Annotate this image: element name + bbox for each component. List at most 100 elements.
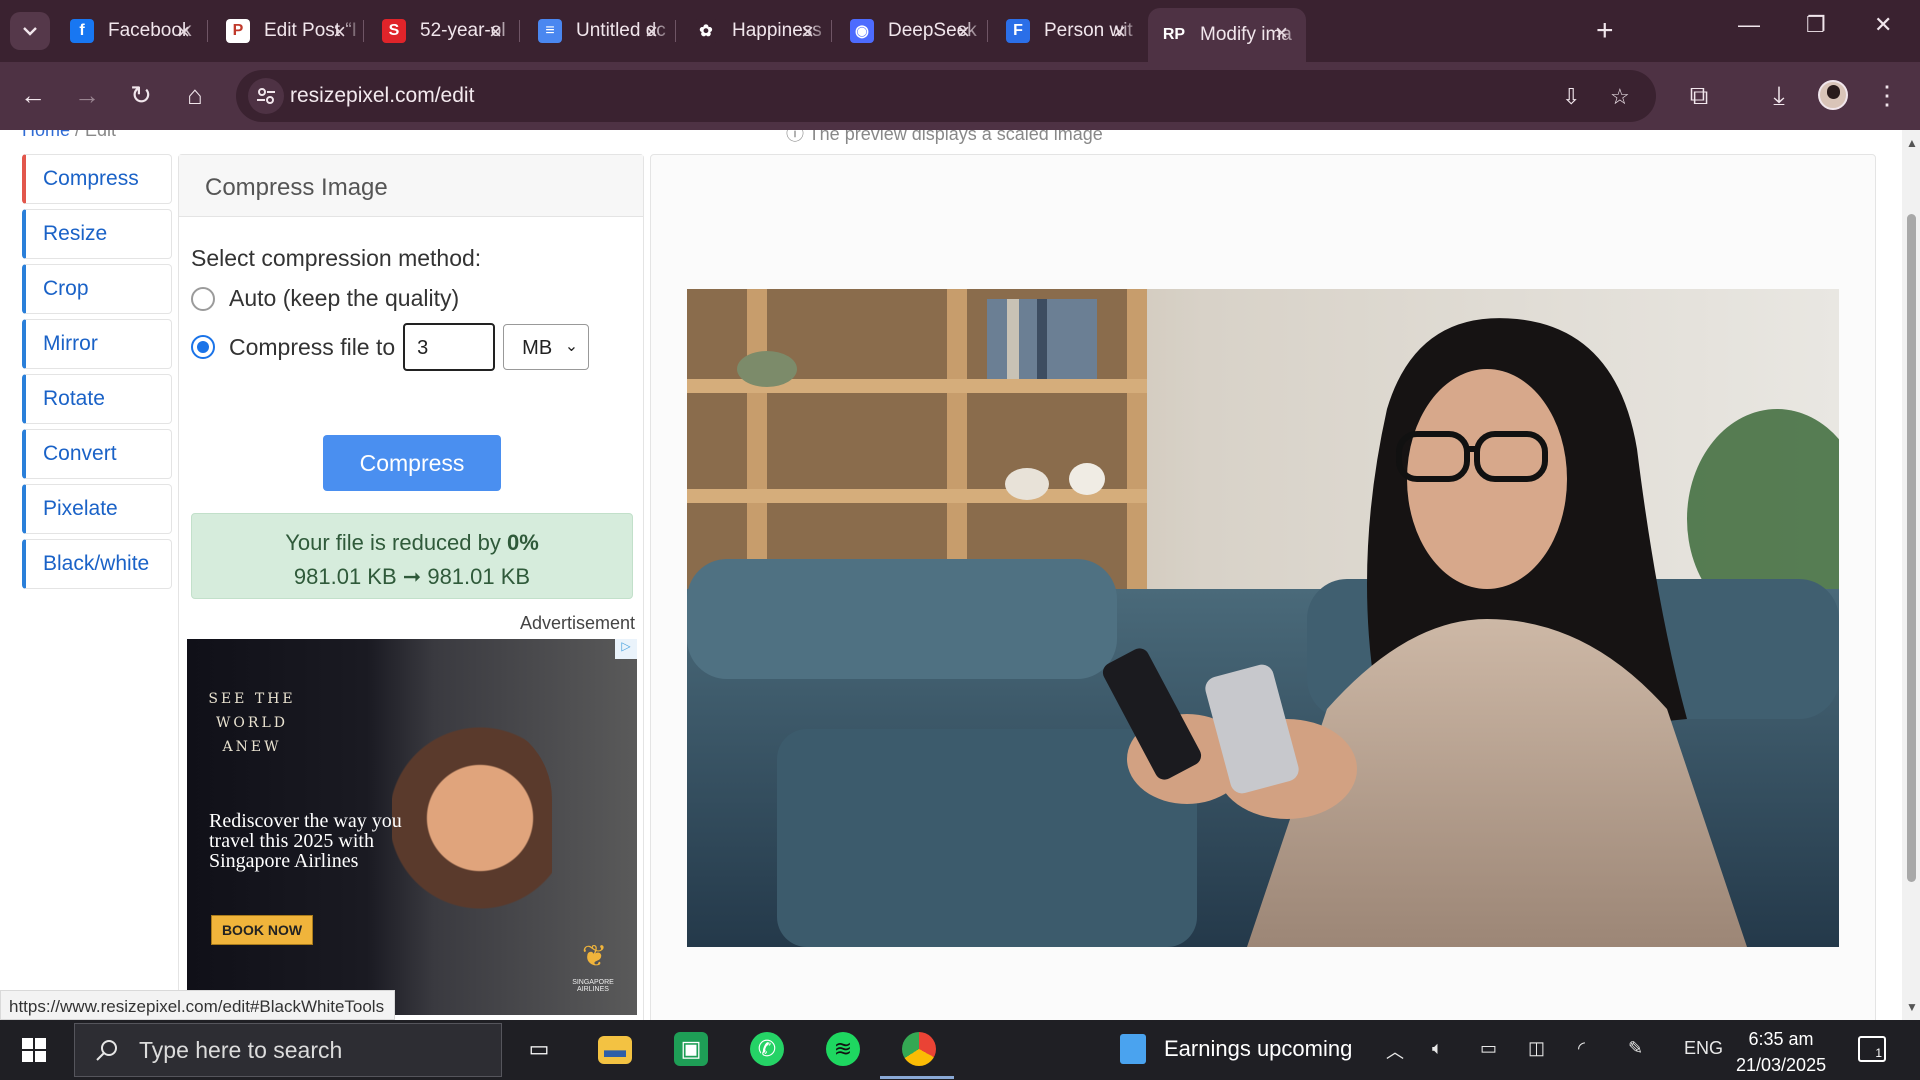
page-scrollbar[interactable]: ▲ ▼: [1902, 130, 1920, 1020]
browser-tab[interactable]: P Edit Post “I ×: [212, 10, 364, 52]
network-icon[interactable]: ◜: [1578, 1038, 1585, 1059]
browser-tab[interactable]: ≡ Untitled dc ×: [524, 10, 676, 52]
tab-title[interactable]: Untitled dc: [576, 20, 676, 42]
sidebar-item-crop[interactable]: Crop: [22, 264, 172, 314]
sidebar-item-convert[interactable]: Convert: [22, 429, 172, 479]
browser-tab[interactable]: ◉ DeepSeek ×: [836, 10, 988, 52]
profile-avatar[interactable]: [1818, 80, 1848, 110]
browser-tab[interactable]: F Person wit ×: [992, 10, 1144, 52]
meet-now-icon[interactable]: ◫: [1528, 1038, 1545, 1059]
clock-time: 6:35 am: [1748, 1029, 1814, 1049]
scrollbar-thumb[interactable]: [1907, 214, 1916, 882]
close-tab-icon[interactable]: ×: [489, 19, 502, 45]
extensions-icon[interactable]: ⧉: [1682, 80, 1716, 110]
advertisement-banner[interactable]: ▷ SEE THE WORLD ANEW Rediscover the way …: [187, 639, 637, 1015]
whatsapp-icon[interactable]: ✆: [750, 1032, 784, 1066]
bookmark-star-icon[interactable]: ☆: [1610, 84, 1630, 110]
sidebar-item-black-white[interactable]: Black/white: [22, 539, 172, 589]
close-tab-icon[interactable]: ×: [645, 19, 658, 45]
page-content: Home / Edit ⓘ The preview displays a sca…: [0, 130, 1920, 1020]
facebook-icon: f: [70, 19, 94, 43]
auto-option-row[interactable]: Auto (keep the quality): [191, 285, 459, 312]
minimize-button[interactable]: —: [1738, 12, 1760, 38]
sidebar-item-rotate[interactable]: Rotate: [22, 374, 172, 424]
browser-tab[interactable]: ✿ Happiness ×: [680, 10, 832, 52]
close-tab-icon[interactable]: ×: [177, 19, 190, 45]
taskbar-search-placeholder[interactable]: Type here to search: [139, 1037, 342, 1064]
menu-kebab-icon[interactable]: ⋮: [1870, 80, 1904, 110]
sidebar-item-resize[interactable]: Resize: [22, 209, 172, 259]
unit-select-value: MB: [522, 337, 553, 359]
task-view-icon[interactable]: ▭: [522, 1032, 556, 1066]
tab-search-button[interactable]: [10, 12, 50, 50]
downloads-icon[interactable]: ⤓: [1762, 80, 1796, 110]
close-window-button[interactable]: ✕: [1874, 12, 1892, 38]
close-tab-icon[interactable]: ×: [1275, 20, 1288, 46]
tab-title[interactable]: Person wit: [1044, 20, 1144, 42]
tab-title[interactable]: Happiness: [732, 20, 832, 42]
tab-separator: [987, 20, 988, 42]
taskbar-search-box[interactable]: Type here to search: [74, 1023, 502, 1077]
new-tab-button[interactable]: +: [1596, 14, 1614, 48]
install-app-icon[interactable]: ⇩: [1562, 84, 1580, 110]
system-clock[interactable]: 6:35 am 21/03/2025: [1736, 1026, 1826, 1078]
pen-icon[interactable]: ✎: [1628, 1038, 1643, 1059]
address-bar[interactable]: resizepixel.com/edit ⇩ ☆: [236, 70, 1656, 122]
tab-title[interactable]: 52-year-ol: [420, 20, 520, 42]
reload-icon[interactable]: ↻: [124, 80, 158, 110]
scroll-down-icon[interactable]: ▼: [1906, 1000, 1918, 1014]
home-icon[interactable]: ⌂: [178, 80, 212, 110]
windows-start-icon[interactable]: [22, 1038, 46, 1062]
sidebar-item-mirror[interactable]: Mirror: [22, 319, 172, 369]
news-weather-widget[interactable]: Earnings upcoming: [1120, 1034, 1352, 1064]
clock-date: 21/03/2025: [1736, 1055, 1827, 1075]
breadcrumb-home-link[interactable]: Home: [22, 130, 70, 140]
scroll-up-icon[interactable]: ▲: [1906, 136, 1918, 150]
file-explorer-icon[interactable]: ▬: [598, 1036, 632, 1064]
tab-title[interactable]: Edit Post “I: [264, 20, 364, 42]
close-tab-icon[interactable]: ×: [333, 19, 346, 45]
ad-book-now-button[interactable]: BOOK NOW: [211, 915, 313, 945]
auto-radio[interactable]: [191, 286, 215, 311]
spotify-icon[interactable]: ≋: [826, 1032, 860, 1066]
language-indicator[interactable]: ENG: [1684, 1038, 1723, 1059]
result-from-size: 981.01 KB: [293, 564, 397, 589]
browser-tab[interactable]: S 52-year-ol ×: [368, 10, 520, 52]
sidebar-item-pixelate[interactable]: Pixelate: [22, 484, 172, 534]
volume-icon[interactable]: 🔈︎: [1432, 1038, 1443, 1059]
browser-tab[interactable]: RP Modify ima ×: [1148, 8, 1306, 62]
close-tab-icon[interactable]: ×: [801, 19, 814, 45]
forward-arrow-icon[interactable]: →: [70, 80, 104, 110]
file-size-radio[interactable]: [191, 335, 215, 359]
auto-option-label[interactable]: Auto (keep the quality): [229, 285, 459, 312]
compress-button[interactable]: Compress: [323, 435, 501, 491]
tab-title[interactable]: Facebook: [108, 20, 208, 42]
browser-tab[interactable]: f Facebook ×: [56, 10, 208, 52]
chrome-icon[interactable]: [902, 1032, 936, 1066]
address-url[interactable]: resizepixel.com/edit: [290, 84, 474, 108]
file-size-option-label[interactable]: Compress file to: [229, 334, 395, 361]
close-tab-icon[interactable]: ×: [1113, 19, 1126, 45]
file-size-option-row[interactable]: Compress file to 3 MB ⌄: [191, 323, 590, 371]
tab-separator: [363, 20, 364, 42]
panel-title: Compress Image: [179, 155, 643, 217]
chatgpt-icon: ✿: [694, 19, 718, 43]
tab-title[interactable]: Modify ima: [1200, 24, 1306, 46]
restore-button[interactable]: ❐: [1806, 12, 1826, 38]
unit-select[interactable]: MB ⌄: [503, 324, 590, 370]
chevron-up-icon[interactable]: ︿: [1386, 1038, 1404, 1064]
tool-sidebar: Compress Resize Crop Mirror Rotate Convert Pix…: [22, 154, 172, 594]
breadcrumb-separator: /: [70, 130, 86, 140]
browser-tab-strip: f Facebook × P Edit Post “I × S 52-year-ol × ≡ Unt…: [0, 0, 1920, 62]
battery-icon[interactable]: ▭: [1480, 1038, 1497, 1059]
target-size-input[interactable]: 3: [403, 323, 496, 371]
notification-count: 1: [1875, 1046, 1882, 1060]
back-arrow-icon[interactable]: ←: [16, 80, 50, 110]
site-info-icon[interactable]: [248, 78, 284, 114]
tab-title[interactable]: DeepSeek: [888, 20, 988, 42]
notification-center-icon[interactable]: 1: [1858, 1036, 1886, 1062]
ad-info-icon[interactable]: ▷: [615, 639, 637, 659]
google-classroom-icon[interactable]: ▣: [674, 1032, 708, 1066]
sidebar-item-compress[interactable]: Compress: [22, 154, 172, 204]
close-tab-icon[interactable]: ×: [957, 19, 970, 45]
